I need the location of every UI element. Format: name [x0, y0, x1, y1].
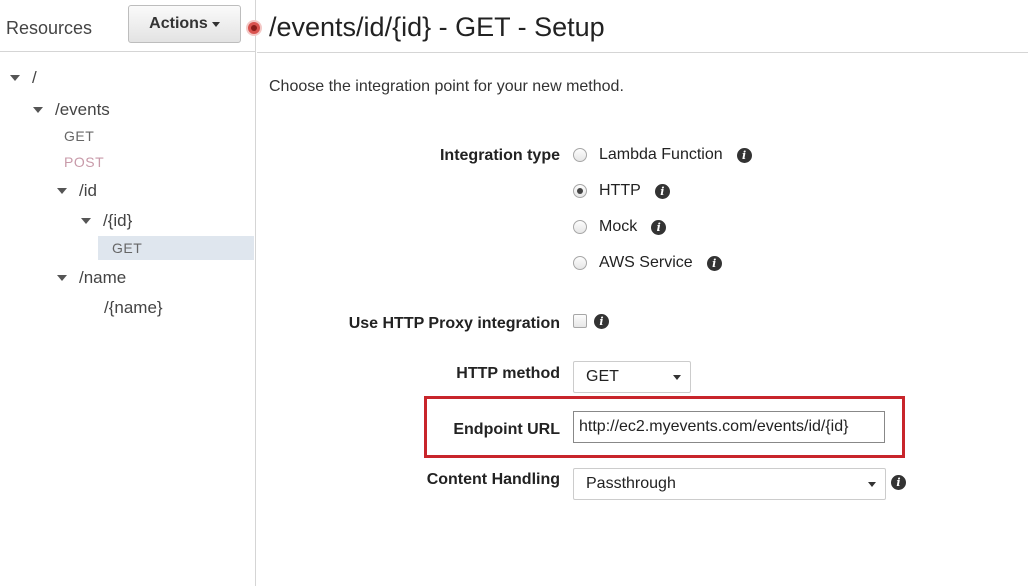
- radio-button[interactable]: [573, 256, 587, 270]
- proxy-integration-label: Use HTTP Proxy integration: [348, 315, 560, 332]
- info-icon[interactable]: i: [654, 183, 670, 199]
- expand-triangle-icon[interactable]: [57, 188, 67, 194]
- integration-type-label: Integration type: [439, 147, 560, 164]
- info-icon[interactable]: i: [736, 147, 752, 163]
- title-divider: [257, 52, 1028, 53]
- tree-node-events[interactable]: /events: [33, 100, 110, 120]
- tree-label-id: /id: [79, 181, 97, 200]
- method-label-get-selected: GET: [112, 240, 143, 256]
- method-label-get: GET: [64, 128, 95, 144]
- actions-label: Actions: [149, 15, 208, 32]
- sidebar-header: Resources Actions: [0, 0, 256, 52]
- radio-label-lambda: Lambda Function: [599, 146, 723, 163]
- radio-label-aws-service: AWS Service: [599, 254, 693, 271]
- tree-method-events-post[interactable]: POST: [64, 154, 104, 170]
- info-icon[interactable]: i: [594, 314, 609, 329]
- content-handling-select[interactable]: Passthrough: [573, 468, 886, 500]
- tree-node-name-param[interactable]: /{name}: [104, 298, 163, 318]
- info-icon[interactable]: i: [706, 255, 722, 271]
- expand-triangle-icon[interactable]: [57, 275, 67, 281]
- radio-lambda-function[interactable]: Lambda Function i: [573, 146, 752, 164]
- content-handling-label: Content Handling: [426, 471, 560, 488]
- info-icon[interactable]: i: [891, 475, 906, 490]
- tree-node-id[interactable]: /id: [57, 181, 97, 201]
- page-title: /events/id/{id} - GET - Setup: [269, 12, 605, 42]
- tree-node-root[interactable]: /: [10, 68, 37, 88]
- radio-label-http: HTTP: [599, 182, 641, 199]
- expand-triangle-icon[interactable]: [33, 107, 43, 113]
- tree-label-events: /events: [55, 100, 110, 119]
- endpoint-url-input[interactable]: [573, 411, 885, 443]
- radio-http[interactable]: HTTP i: [573, 182, 670, 200]
- http-method-label: HTTP method: [456, 365, 560, 382]
- tree-method-id-get[interactable]: GET: [112, 240, 142, 256]
- expand-triangle-icon[interactable]: [81, 218, 91, 224]
- tree-label-name: /name: [79, 268, 127, 287]
- collapse-sidebar-icon[interactable]: [246, 20, 262, 36]
- intro-text: Choose the integration point for your ne…: [269, 78, 624, 95]
- radio-mock[interactable]: Mock i: [573, 218, 667, 236]
- radio-aws-service[interactable]: AWS Service i: [573, 254, 722, 272]
- tree-label-name-param: /{name}: [104, 298, 163, 317]
- radio-button-checked[interactable]: [573, 184, 587, 198]
- expand-triangle-icon[interactable]: [10, 75, 20, 81]
- tree-label-root: /: [32, 68, 37, 87]
- chevron-down-icon: [673, 375, 681, 380]
- resources-sidebar: Resources Actions / /events GET POST /id…: [0, 0, 256, 586]
- sidebar-title: Resources: [6, 18, 93, 38]
- chevron-down-icon: [211, 21, 220, 27]
- actions-button[interactable]: Actions: [128, 5, 241, 43]
- info-icon[interactable]: i: [651, 219, 667, 235]
- radio-label-mock: Mock: [599, 218, 638, 235]
- tree-node-id-param[interactable]: /{id}: [81, 211, 132, 231]
- radio-button[interactable]: [573, 148, 587, 162]
- http-method-select[interactable]: GET: [573, 361, 691, 393]
- tree-label-id-param: /{id}: [103, 211, 133, 230]
- radio-button[interactable]: [573, 220, 587, 234]
- content-handling-value: Passthrough: [586, 475, 676, 492]
- tree-node-name[interactable]: /name: [57, 268, 126, 288]
- tree-method-events-get[interactable]: GET: [64, 128, 94, 144]
- method-label-post: POST: [64, 154, 105, 170]
- endpoint-url-label: Endpoint URL: [453, 421, 560, 438]
- proxy-integration-checkbox[interactable]: [573, 314, 587, 328]
- chevron-down-icon: [868, 482, 876, 487]
- http-method-value: GET: [586, 368, 619, 385]
